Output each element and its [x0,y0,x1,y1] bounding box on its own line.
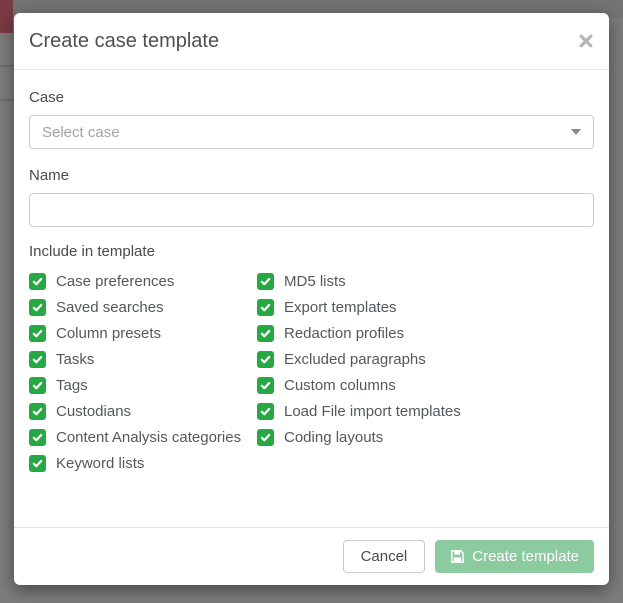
checkbox-label: Content Analysis categories [56,429,241,446]
checkbox-label: Redaction profiles [284,325,404,342]
checkbox-label: Column presets [56,325,161,342]
checkbox[interactable] [29,351,46,368]
checkbox-item[interactable]: Content Analysis categories [29,424,257,450]
checkbox[interactable] [29,299,46,316]
checkbox[interactable] [257,377,274,394]
checkbox-label: Tags [56,377,88,394]
modal-footer: Cancel Create template [14,527,609,585]
include-checkbox-grid: Case preferences Saved searches Column pre… [29,268,594,476]
checkbox-label: Load File import templates [284,403,461,420]
floppy-save-icon [450,549,465,564]
checkbox-label: Keyword lists [56,455,144,472]
checkbox-label: Custodians [56,403,131,420]
checkbox[interactable] [29,403,46,420]
checkbox-label: Tasks [56,351,94,368]
checkbox[interactable] [29,325,46,342]
checkbox-label: MD5 lists [284,273,346,290]
checkbox-item[interactable]: Tags [29,372,257,398]
checkbox-item[interactable]: Column presets [29,320,257,346]
checkbox[interactable] [257,273,274,290]
chevron-down-icon [571,129,581,135]
case-field-label: Case [29,88,594,107]
create-template-button-label: Create template [472,548,579,565]
checkbox[interactable] [257,403,274,420]
checkbox-item[interactable]: Case preferences [29,268,257,294]
checkbox-label: Custom columns [284,377,396,394]
x-close-icon [579,34,593,48]
create-template-button[interactable]: Create template [435,540,594,573]
checkbox-item[interactable]: Tasks [29,346,257,372]
checkbox-item[interactable]: Redaction profiles [257,320,461,346]
checkbox-item[interactable]: Saved searches [29,294,257,320]
checkbox[interactable] [257,351,274,368]
cancel-button[interactable]: Cancel [343,540,426,573]
checkbox-label: Saved searches [56,299,164,316]
close-button[interactable] [579,34,593,48]
modal-header: Create case template [14,13,609,70]
checkbox-item[interactable]: Excluded paragraphs [257,346,461,372]
case-select[interactable]: Select case [29,115,594,149]
background-table-row-line [0,99,14,101]
checkbox[interactable] [257,325,274,342]
include-column-right: MD5 lists Export templates Redaction profi… [257,268,461,476]
screen: { "modal": { "title": "Create case templ… [0,0,623,603]
checkbox-item[interactable]: Export templates [257,294,461,320]
include-section-heading: Include in template [29,242,594,261]
checkbox[interactable] [29,377,46,394]
modal-title: Create case template [29,28,594,55]
checkbox-label: Export templates [284,299,397,316]
modal-body: Case Select case Name Include in templat… [14,70,609,527]
checkbox-item[interactable]: Load File import templates [257,398,461,424]
checkbox-item[interactable]: Custodians [29,398,257,424]
background-navbar-fragment [0,0,13,33]
checkbox-label: Case preferences [56,273,174,290]
checkbox-item[interactable]: Coding layouts [257,424,461,450]
include-column-left: Case preferences Saved searches Column pre… [29,268,257,476]
checkbox-item[interactable]: Custom columns [257,372,461,398]
name-input[interactable] [29,193,594,227]
checkbox[interactable] [29,429,46,446]
create-case-template-modal: Create case template Case Select case Na… [14,13,609,585]
background-table-row-line [0,65,14,67]
checkbox-item[interactable]: Keyword lists [29,450,257,476]
checkbox[interactable] [257,429,274,446]
checkbox-label: Coding layouts [284,429,383,446]
checkbox-item[interactable]: MD5 lists [257,268,461,294]
checkbox[interactable] [257,299,274,316]
case-select-placeholder: Select case [42,124,120,141]
checkbox[interactable] [29,273,46,290]
checkbox-label: Excluded paragraphs [284,351,426,368]
checkbox[interactable] [29,455,46,472]
name-field-label: Name [29,166,594,185]
